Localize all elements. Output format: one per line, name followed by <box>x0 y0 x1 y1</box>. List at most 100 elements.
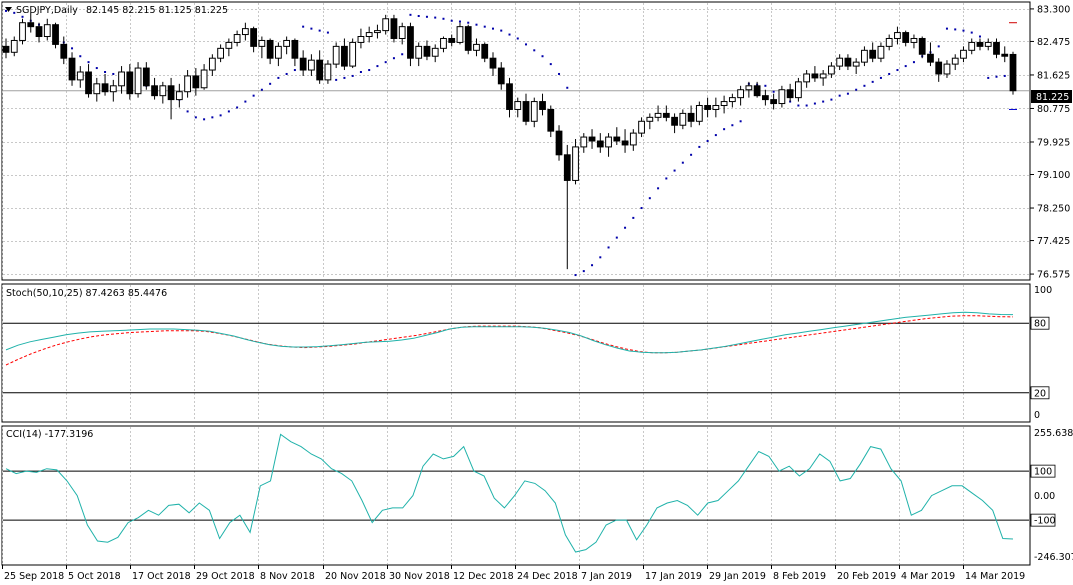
candle-bull <box>43 24 51 38</box>
sar-dot <box>904 65 907 68</box>
sar-dot <box>962 29 965 32</box>
candle-bull <box>118 71 125 87</box>
candle-bear <box>588 136 596 142</box>
candle-bear <box>539 101 546 110</box>
candle-bear <box>390 18 398 39</box>
candlestick-series <box>2 12 1017 270</box>
candle-bull <box>910 37 918 43</box>
sar-dot <box>673 169 676 172</box>
sar-dot <box>376 65 379 68</box>
candle-bear <box>448 37 456 43</box>
candle-bull <box>19 22 26 41</box>
candle-bear <box>299 57 307 71</box>
candle-bear <box>902 32 910 43</box>
sar-dot <box>681 161 684 164</box>
candle-bear <box>27 22 35 28</box>
candle-bull <box>836 57 844 67</box>
candle-bear <box>407 26 414 59</box>
current-price-label: 81.225 <box>1036 92 1069 103</box>
candle-bear <box>151 85 158 97</box>
price-axis-label: 83.300 <box>1037 4 1070 15</box>
candle-bull <box>951 57 959 65</box>
candle-bull <box>274 45 282 59</box>
sar-dot <box>987 76 990 79</box>
candle-bear <box>35 26 43 38</box>
candle-bear <box>761 95 769 101</box>
sar-dot <box>607 246 610 249</box>
candle-bull <box>605 136 612 148</box>
candle-bear <box>844 57 852 67</box>
candle-bull <box>861 49 868 63</box>
candle-bull <box>695 105 703 122</box>
sar-dot <box>458 20 461 23</box>
trading-chart-window[interactable]: 83.300 82.475 81.625 80.775 79.925 79.100 78.2… <box>0 0 1073 585</box>
price-axis-label: 80.775 <box>1037 104 1070 115</box>
time-axis-label: 25 Sep 2018 <box>4 571 64 582</box>
sar-dot <box>591 264 594 267</box>
stoch-axis-label: 80 <box>1034 319 1046 330</box>
sar-dot <box>13 11 16 14</box>
candle-bull <box>357 36 365 43</box>
candle-bear <box>167 85 175 101</box>
sar-dot <box>434 16 437 19</box>
candle-bear <box>85 71 92 95</box>
sar-dot <box>772 90 775 93</box>
candle-bear <box>68 57 76 81</box>
candle-bear <box>101 83 109 93</box>
candle-bear <box>481 43 489 59</box>
candle-bull <box>398 26 406 39</box>
candle-bull <box>514 101 522 110</box>
cci-title: CCI(14) -177.3196 <box>6 429 93 440</box>
sar-dot <box>995 75 998 78</box>
candle-bear <box>753 85 761 97</box>
candle-bear <box>704 105 711 110</box>
time-axis-label: 7 Jan 2019 <box>581 571 632 582</box>
sar-dot <box>467 21 470 24</box>
cci-axis-label: -100 <box>1034 516 1056 527</box>
sar-dot <box>516 37 519 40</box>
sar-dot <box>236 106 239 109</box>
sar-dot <box>549 63 552 66</box>
price-axis-label: 77.425 <box>1037 236 1070 247</box>
candle-bear <box>291 39 299 59</box>
candle-bull <box>968 41 976 51</box>
candle-bull <box>76 71 84 81</box>
sar-dot <box>186 110 189 113</box>
candle-bull <box>109 85 117 93</box>
chart-canvas[interactable]: 83.300 82.475 81.625 80.775 79.925 79.100 78.2… <box>0 0 1073 585</box>
candle-bull <box>184 75 191 93</box>
stoch-axis-label: 20 <box>1034 388 1046 399</box>
sar-dot <box>500 29 503 32</box>
time-axis-label: 5 Oct 2018 <box>68 571 121 582</box>
sar-dot <box>425 15 428 18</box>
sar-dot <box>409 13 412 16</box>
candle-bull <box>728 97 736 103</box>
sar-dot <box>813 102 816 105</box>
candle-bear <box>489 57 497 69</box>
candle-bull <box>382 18 390 32</box>
candle-bull <box>208 57 216 71</box>
candle-bull <box>943 63 951 75</box>
sar-dot <box>665 177 668 180</box>
sar-dot <box>805 104 808 107</box>
sar-dot <box>1003 74 1006 77</box>
sar-dot <box>508 33 511 36</box>
sar-dot <box>491 27 494 30</box>
candle-bear <box>497 67 505 85</box>
candle-bull <box>745 85 753 91</box>
sar-dot <box>888 72 891 75</box>
candle-bull <box>440 37 447 49</box>
cci-axis-label: -246.307 <box>1034 552 1073 563</box>
sar-dot <box>541 55 544 58</box>
candle-bull <box>984 41 992 47</box>
sar-dot <box>475 23 478 26</box>
price-axis-label: 82.475 <box>1037 37 1070 48</box>
sar-dot <box>533 49 536 52</box>
price-axis-label: 79.100 <box>1037 170 1070 181</box>
sar-dot <box>112 72 115 75</box>
candle-bull <box>349 41 357 67</box>
time-axis-label: 29 Jan 2019 <box>709 571 766 582</box>
candle-bull <box>241 28 249 36</box>
sar-dot <box>384 61 387 64</box>
candle-bull <box>852 61 860 67</box>
